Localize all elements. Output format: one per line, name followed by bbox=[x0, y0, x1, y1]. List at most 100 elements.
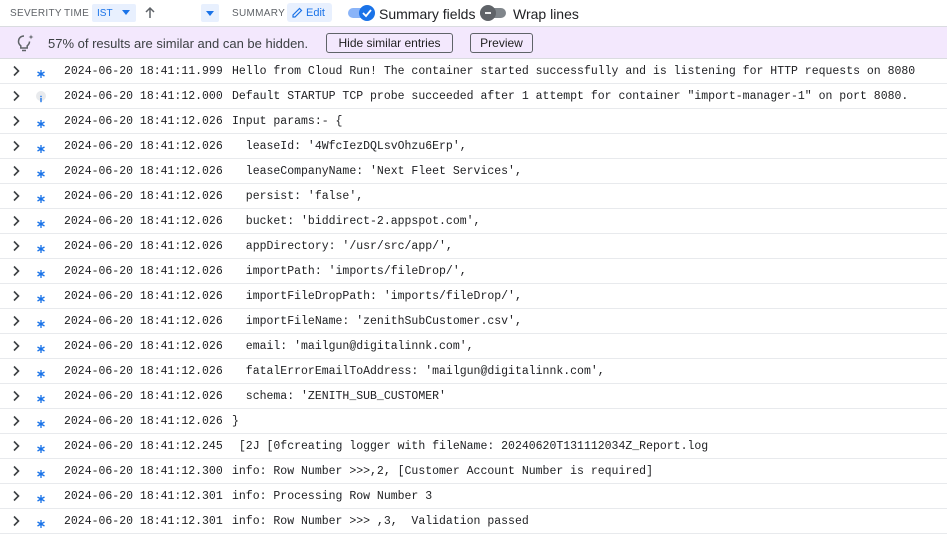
debug-severity-icon bbox=[36, 491, 46, 503]
lightbulb-icon bbox=[17, 34, 34, 52]
log-timestamp: 2024-06-20 18:41:12.026 bbox=[64, 215, 223, 228]
log-entries-list: 2024-06-20 18:41:11.999 Hello from Cloud … bbox=[0, 59, 947, 534]
debug-severity-icon bbox=[36, 266, 46, 278]
log-entry-row[interactable]: 2024-06-20 18:41:12.000 Default STARTUP T… bbox=[0, 84, 947, 109]
chevron-right-icon[interactable] bbox=[10, 115, 22, 127]
debug-severity-icon bbox=[36, 416, 46, 428]
chevron-right-icon[interactable] bbox=[10, 315, 22, 327]
log-entry-row[interactable]: 2024-06-20 18:41:12.301 info: Processing … bbox=[0, 484, 947, 509]
log-message: importFileDropPath: 'imports/fileDrop/', bbox=[232, 290, 522, 303]
debug-severity-icon bbox=[36, 341, 46, 353]
log-header: SEVERITY TIME IST SUMMARY Edit Summary f… bbox=[0, 0, 947, 27]
checkmark-icon bbox=[362, 9, 372, 18]
debug-severity-icon bbox=[36, 116, 46, 128]
log-entry-row[interactable]: 2024-06-20 18:41:12.026 importFileDropPa… bbox=[0, 284, 947, 309]
log-timestamp: 2024-06-20 18:41:12.026 bbox=[64, 415, 223, 428]
timezone-select[interactable]: IST bbox=[92, 4, 136, 22]
log-entry-row[interactable]: 2024-06-20 18:41:12.026 importPath: 'imp… bbox=[0, 259, 947, 284]
debug-severity-icon bbox=[36, 316, 46, 328]
log-message: info: Row Number >>> ,3, Validation pass… bbox=[232, 515, 529, 528]
chevron-right-icon[interactable] bbox=[10, 365, 22, 377]
similar-entries-banner: 57% of results are similar and can be hi… bbox=[0, 27, 947, 59]
log-message: leaseId: '4WfcIezDQLsvOhzu6Erp', bbox=[232, 140, 467, 153]
log-entry-row[interactable]: 2024-06-20 18:41:12.301 info: Row Number … bbox=[0, 509, 947, 534]
chevron-right-icon[interactable] bbox=[10, 290, 22, 302]
chevron-right-icon[interactable] bbox=[10, 515, 22, 527]
log-timestamp: 2024-06-20 18:41:12.026 bbox=[64, 165, 223, 178]
chevron-right-icon[interactable] bbox=[10, 415, 22, 427]
time-column-label: TIME bbox=[64, 8, 90, 19]
log-entry-row[interactable]: 2024-06-20 18:41:12.245 [2J [0fcreating … bbox=[0, 434, 947, 459]
chevron-right-icon[interactable] bbox=[10, 465, 22, 477]
log-entry-row[interactable]: 2024-06-20 18:41:12.026 leaseCompanyName… bbox=[0, 159, 947, 184]
log-entry-row[interactable]: 2024-06-20 18:41:12.026 persist: 'false'… bbox=[0, 184, 947, 209]
column-options-select[interactable] bbox=[201, 4, 219, 22]
log-timestamp: 2024-06-20 18:41:12.026 bbox=[64, 365, 223, 378]
log-timestamp: 2024-06-20 18:41:12.026 bbox=[64, 315, 223, 328]
log-timestamp: 2024-06-20 18:41:12.301 bbox=[64, 515, 223, 528]
toggle-knob bbox=[359, 5, 375, 21]
chevron-right-icon[interactable] bbox=[10, 265, 22, 277]
chevron-right-icon[interactable] bbox=[10, 215, 22, 227]
toggle-knob bbox=[480, 5, 496, 21]
log-timestamp: 2024-06-20 18:41:12.026 bbox=[64, 115, 223, 128]
log-entry-row[interactable]: 2024-06-20 18:41:11.999 Hello from Cloud … bbox=[0, 59, 947, 84]
chevron-right-icon[interactable] bbox=[10, 240, 22, 252]
chevron-right-icon[interactable] bbox=[10, 165, 22, 177]
sort-ascending-icon[interactable] bbox=[144, 5, 156, 21]
chevron-right-icon[interactable] bbox=[10, 65, 22, 77]
summary-fields-toggle[interactable] bbox=[348, 5, 376, 22]
severity-column-label: SEVERITY bbox=[10, 8, 62, 19]
log-timestamp: 2024-06-20 18:41:11.999 bbox=[64, 65, 223, 78]
preview-button[interactable]: Preview bbox=[470, 33, 533, 53]
log-entry-row[interactable]: 2024-06-20 18:41:12.300 info: Row Number … bbox=[0, 459, 947, 484]
log-message: email: 'mailgun@digitalinnk.com', bbox=[232, 340, 474, 353]
log-entry-row[interactable]: 2024-06-20 18:41:12.026 Input params:- { bbox=[0, 109, 947, 134]
log-entry-row[interactable]: 2024-06-20 18:41:12.026} bbox=[0, 409, 947, 434]
log-message: schema: 'ZENITH_SUB_CUSTOMER' bbox=[232, 390, 446, 403]
log-entry-row[interactable]: 2024-06-20 18:41:12.026 fatalErrorEmailT… bbox=[0, 359, 947, 384]
chevron-right-icon[interactable] bbox=[10, 440, 22, 452]
debug-severity-icon bbox=[36, 516, 46, 528]
debug-severity-icon bbox=[36, 216, 46, 228]
log-timestamp: 2024-06-20 18:41:12.000 bbox=[64, 90, 223, 103]
summary-fields-label: Summary fields bbox=[379, 6, 476, 22]
log-message: Default STARTUP TCP probe succeeded afte… bbox=[232, 90, 909, 103]
log-message: Hello from Cloud Run! The container star… bbox=[232, 65, 916, 78]
chevron-right-icon[interactable] bbox=[10, 340, 22, 352]
log-message: info: Processing Row Number 3 bbox=[232, 490, 433, 503]
log-message: importFileName: 'zenithSubCustomer.csv', bbox=[232, 315, 522, 328]
debug-severity-icon bbox=[36, 291, 46, 303]
log-message: persist: 'false', bbox=[232, 190, 364, 203]
log-message: } bbox=[232, 415, 239, 428]
chevron-right-icon[interactable] bbox=[10, 490, 22, 502]
chevron-right-icon[interactable] bbox=[10, 140, 22, 152]
chevron-right-icon[interactable] bbox=[10, 90, 22, 102]
edit-summary-button[interactable]: Edit bbox=[287, 3, 332, 22]
log-timestamp: 2024-06-20 18:41:12.026 bbox=[64, 140, 223, 153]
wrap-lines-toggle[interactable] bbox=[480, 5, 508, 22]
log-entry-row[interactable]: 2024-06-20 18:41:12.026 email: 'mailgun@… bbox=[0, 334, 947, 359]
wrap-lines-label: Wrap lines bbox=[513, 6, 579, 22]
minus-icon bbox=[485, 12, 491, 14]
log-message: leaseCompanyName: 'Next Fleet Services', bbox=[232, 165, 522, 178]
log-entry-row[interactable]: 2024-06-20 18:41:12.026 bucket: 'biddire… bbox=[0, 209, 947, 234]
debug-severity-icon bbox=[36, 366, 46, 378]
debug-severity-icon bbox=[36, 241, 46, 253]
log-entry-row[interactable]: 2024-06-20 18:41:12.026 importFileName: … bbox=[0, 309, 947, 334]
log-timestamp: 2024-06-20 18:41:12.026 bbox=[64, 340, 223, 353]
log-entry-row[interactable]: 2024-06-20 18:41:12.026 leaseId: '4WfcIe… bbox=[0, 134, 947, 159]
log-timestamp: 2024-06-20 18:41:12.245 bbox=[64, 440, 223, 453]
log-entry-row[interactable]: 2024-06-20 18:41:12.026 schema: 'ZENITH_… bbox=[0, 384, 947, 409]
log-timestamp: 2024-06-20 18:41:12.026 bbox=[64, 390, 223, 403]
debug-severity-icon bbox=[36, 166, 46, 178]
log-entry-row[interactable]: 2024-06-20 18:41:12.026 appDirectory: '/… bbox=[0, 234, 947, 259]
log-timestamp: 2024-06-20 18:41:12.301 bbox=[64, 490, 223, 503]
hide-similar-entries-button[interactable]: Hide similar entries bbox=[326, 33, 453, 53]
log-timestamp: 2024-06-20 18:41:12.026 bbox=[64, 265, 223, 278]
debug-severity-icon bbox=[36, 441, 46, 453]
chevron-down-icon bbox=[122, 10, 130, 15]
log-message: [2J [0fcreating logger with fileName: 20… bbox=[232, 440, 709, 453]
chevron-right-icon[interactable] bbox=[10, 190, 22, 202]
chevron-right-icon[interactable] bbox=[10, 390, 22, 402]
